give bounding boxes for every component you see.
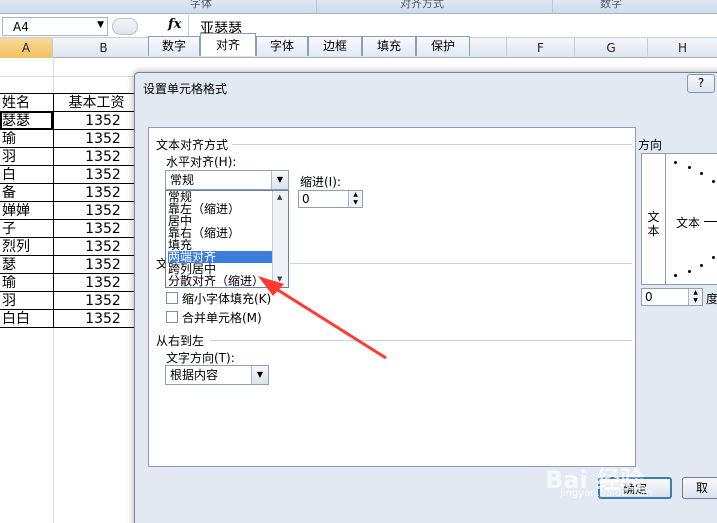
annotation-arrow [258,276,387,360]
arrow-shaft [269,283,387,360]
watermark-url: jingyan.baidu.com [560,488,653,499]
